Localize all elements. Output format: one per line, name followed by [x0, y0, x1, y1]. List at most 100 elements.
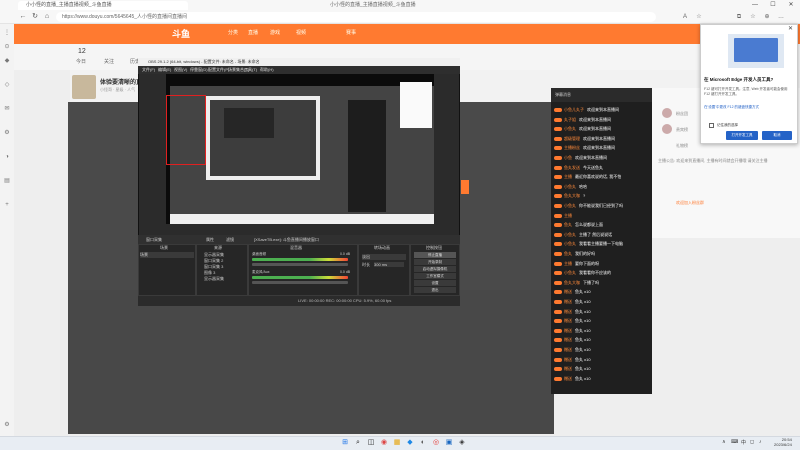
office-icon[interactable]: ◑: [2, 152, 12, 162]
open-devtools-button[interactable]: 打开开发工具: [726, 131, 758, 140]
streamer-avatar[interactable]: [72, 75, 96, 99]
stat-label[interactable]: 关注: [104, 58, 114, 65]
obs-menu-item[interactable]: 编辑(E): [158, 67, 171, 73]
chat-username[interactable]: 赠送: [564, 318, 572, 323]
chat-username[interactable]: 鱼丸大咖: [564, 280, 580, 285]
minimize-button[interactable]: —: [746, 0, 764, 10]
url-field[interactable]: https://www.douyu.com/5645645_人小怪的直播间直播间: [56, 12, 656, 22]
network-icon[interactable]: ◻: [750, 439, 754, 445]
fan-group-link[interactable]: 欢迎加入粉丝群: [676, 200, 704, 206]
games-icon[interactable]: ⚙: [2, 128, 12, 138]
ime-icon[interactable]: 中: [741, 439, 746, 446]
chat-username[interactable]: 主播: [564, 174, 572, 179]
close-icon[interactable]: ✕: [788, 25, 793, 32]
chat-username[interactable]: 超级管理: [564, 136, 580, 141]
chat-username[interactable]: 丸子姐: [564, 117, 576, 122]
add-sidebar-icon[interactable]: +: [2, 200, 12, 210]
chat-username[interactable]: 赠送: [564, 309, 572, 314]
chat-username[interactable]: 小鱼: [564, 155, 572, 160]
more-icon[interactable]: …: [776, 12, 786, 22]
obs-menu-item[interactable]: 工具(T): [244, 67, 257, 73]
chat-username[interactable]: 鱼丸: [564, 251, 572, 256]
app-icon[interactable]: ▣: [444, 438, 454, 448]
rank-label[interactable]: 贵宾榜: [676, 127, 688, 133]
start-icon[interactable]: ⊞: [340, 438, 350, 448]
scene-item[interactable]: 场景: [140, 252, 194, 258]
split-screen-icon[interactable]: ⧉: [734, 12, 744, 22]
edge-icon[interactable]: ◆: [405, 438, 415, 448]
rank-label[interactable]: 粉丝团: [676, 111, 688, 117]
virtual-camera-button[interactable]: 启动虚拟摄像机: [414, 266, 456, 272]
nav-item[interactable]: 直播: [248, 29, 258, 36]
chat-username[interactable]: 主播: [564, 213, 572, 218]
nav-item[interactable]: 视频: [296, 29, 306, 36]
source-item[interactable]: 显示器采集: [204, 276, 224, 282]
chat-username[interactable]: 小鱼丸: [564, 232, 576, 237]
tools-icon[interactable]: ◇: [2, 80, 12, 90]
nav-item[interactable]: 分类: [228, 29, 238, 36]
volume-slider[interactable]: [252, 263, 348, 266]
file-explorer-icon[interactable]: ▦: [392, 438, 402, 448]
favorite-icon[interactable]: ☆: [694, 12, 704, 22]
studio-mode-button[interactable]: 工作室模式: [414, 273, 456, 279]
transition-select[interactable]: 淡出: [362, 254, 406, 260]
stat-label[interactable]: 今日: [76, 58, 86, 65]
chat-username[interactable]: 赠送: [564, 357, 572, 362]
exit-button[interactable]: 退出: [414, 287, 456, 293]
chat-username[interactable]: 小鱼丸: [564, 126, 576, 131]
stop-streaming-button[interactable]: 停止直播: [414, 252, 456, 258]
avatar[interactable]: [662, 108, 672, 118]
filters-button[interactable]: 滤镜: [226, 237, 234, 243]
chat-username[interactable]: 主播: [564, 261, 572, 266]
refresh-button[interactable]: ↻: [30, 12, 40, 22]
settings-button[interactable]: 设置: [414, 280, 456, 286]
obs-menu-item[interactable]: 帮助(H): [260, 67, 274, 73]
volume-icon[interactable]: ♪: [759, 439, 762, 445]
obs-menu-item[interactable]: 视图(V): [174, 67, 187, 73]
back-button[interactable]: ←: [18, 12, 28, 22]
favorites-icon[interactable]: ☆: [748, 12, 758, 22]
chat-username[interactable]: 鱼丸: [564, 222, 572, 227]
window-select[interactable]: [XSaveTB.exe]: 斗鱼直播间播放窗口: [254, 237, 319, 243]
browser-tab[interactable]: 小小怪的直播_主播直播视频_斗鱼直播: [18, 1, 188, 10]
read-aloud-icon[interactable]: A: [680, 12, 690, 22]
cancel-button[interactable]: 取消: [762, 131, 792, 140]
obs-menu-item[interactable]: 文件(F): [142, 67, 155, 73]
chat-username[interactable]: 赠送: [564, 299, 572, 304]
close-button[interactable]: ✕: [782, 0, 800, 10]
maximize-button[interactable]: ☐: [764, 0, 782, 10]
obs-menu-item[interactable]: 配置文件(P): [208, 67, 229, 73]
keyboard-icon[interactable]: ⌨: [731, 439, 738, 445]
side-tab[interactable]: [461, 180, 469, 194]
chat-username[interactable]: 赠送: [564, 376, 572, 381]
chat-username[interactable]: 小鱼丸: [564, 203, 576, 208]
source-selection-box[interactable]: [166, 95, 206, 165]
chat-username[interactable]: 小鱼丸: [564, 270, 576, 275]
chat-username[interactable]: 赠送: [564, 347, 572, 352]
mail-icon[interactable]: ✉: [2, 104, 12, 114]
chat-username[interactable]: 赠送: [564, 366, 572, 371]
home-button[interactable]: ⌂: [42, 12, 52, 22]
sidebar-settings-icon[interactable]: ⚙: [2, 420, 12, 430]
volume-slider[interactable]: [252, 281, 348, 284]
properties-button[interactable]: 属性: [206, 237, 214, 243]
start-recording-button[interactable]: 开始录制: [414, 259, 456, 265]
app-icon[interactable]: ◎: [431, 438, 441, 448]
outlook-icon[interactable]: ▤: [2, 176, 12, 186]
chat-username[interactable]: 主播粉丝: [564, 145, 580, 150]
chat-username[interactable]: 鱼丸发送: [564, 165, 580, 170]
obs-menu-item[interactable]: 停靠窗(D): [190, 67, 208, 73]
shortcut-settings-link[interactable]: 在‘设置’中更改 F12 的键盘快捷方式: [704, 105, 759, 110]
duration-input[interactable]: 300 ms: [374, 262, 404, 267]
system-clock[interactable]: 20:54 2023/6/24: [774, 437, 792, 447]
search-icon[interactable]: ⌕: [353, 438, 363, 448]
tray-overflow-icon[interactable]: ∧: [722, 439, 726, 445]
sidebar-menu-icon[interactable]: ⋮: [2, 28, 12, 38]
task-view-icon[interactable]: ◫: [366, 438, 376, 448]
chat-username[interactable]: 赠送: [564, 289, 572, 294]
collections-icon[interactable]: ⊕: [762, 12, 772, 22]
nav-item[interactable]: 赛事: [346, 29, 356, 36]
avatar[interactable]: [662, 124, 672, 134]
nav-item[interactable]: 游戏: [270, 29, 280, 36]
chat-username[interactable]: 小鱼丸: [564, 241, 576, 246]
